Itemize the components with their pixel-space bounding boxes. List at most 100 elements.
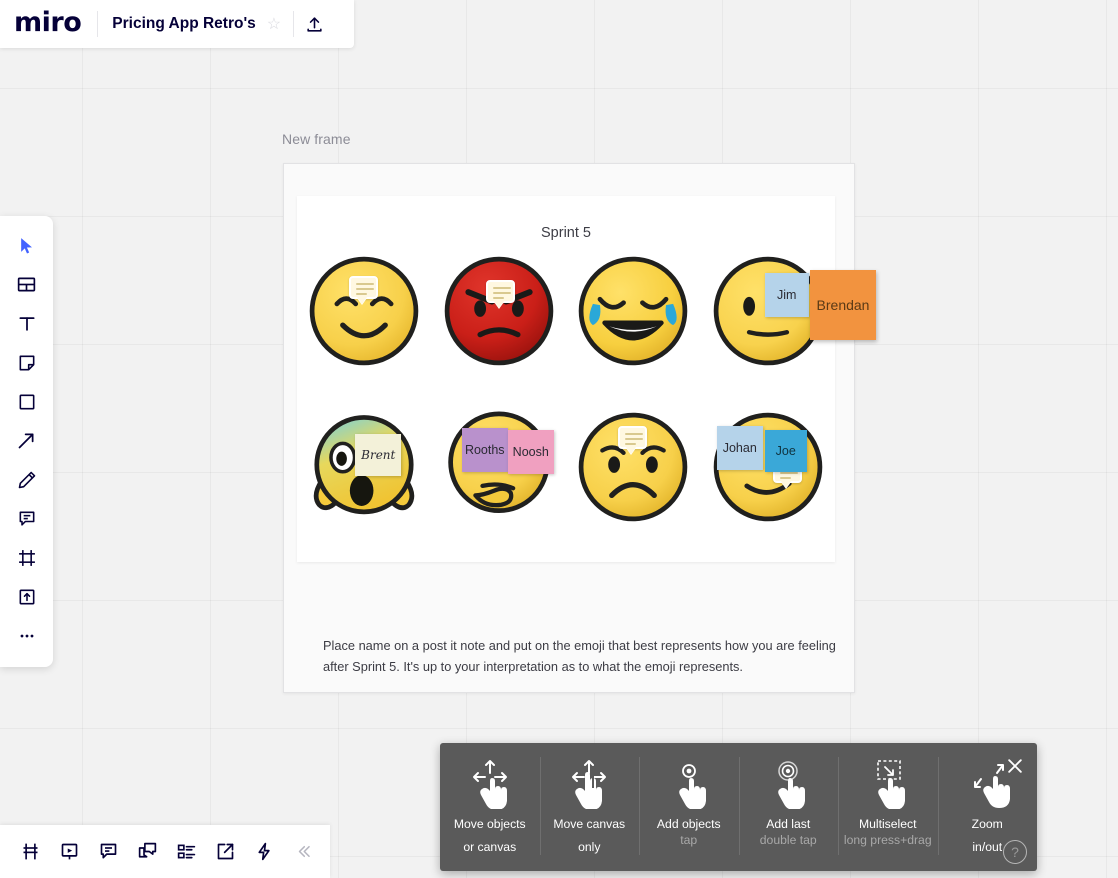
lightning-icon — [254, 841, 275, 862]
emoji-cell-relieved[interactable]: Johan Joe — [703, 404, 833, 550]
board-title[interactable]: Pricing App Retro's — [98, 15, 267, 33]
sprint-retro-card[interactable]: Sprint 5 — [297, 196, 835, 562]
sticky-note-noosh[interactable]: Noosh — [508, 430, 554, 474]
miro-board-app: miro Pricing App Retro's ☆ — [0, 0, 1118, 878]
chat-button[interactable] — [128, 832, 167, 871]
sticky-note-text: Brent — [361, 448, 395, 462]
select-tool[interactable] — [7, 226, 47, 265]
close-icon — [1005, 756, 1025, 776]
sticky-note-text: Johan — [723, 441, 757, 455]
share-export-icon — [215, 841, 236, 862]
upload-box-icon — [17, 587, 37, 607]
gesture-add-last[interactable]: Add last double tap — [739, 743, 839, 871]
sticky-note-text: Noosh — [513, 445, 549, 459]
square-icon — [17, 392, 37, 412]
collapse-toolbar-button[interactable] — [284, 832, 323, 871]
comment-badge[interactable] — [349, 276, 378, 299]
cursor-icon — [17, 236, 37, 256]
frame-tool[interactable] — [7, 538, 47, 577]
upload-button[interactable] — [294, 4, 334, 44]
gesture-add-objects[interactable]: Add objects tap — [639, 743, 739, 871]
board-header: miro Pricing App Retro's ☆ — [0, 0, 354, 48]
cards-list-button[interactable] — [167, 832, 206, 871]
activity-button[interactable] — [245, 832, 284, 871]
frame-icon — [17, 548, 37, 568]
emoji-cell-sad[interactable] — [568, 404, 698, 550]
double-tap-icon — [758, 757, 818, 809]
sticky-note-brent[interactable]: Brent — [355, 434, 401, 476]
sticky-note-joe[interactable]: Joe — [765, 430, 807, 472]
share-export-button[interactable] — [206, 832, 245, 871]
comment-badge[interactable] — [618, 426, 647, 449]
gesture-label-line2: in/out — [972, 839, 1002, 855]
help-button[interactable]: ? — [1003, 840, 1027, 864]
gesture-multiselect[interactable]: Multiselect long press+drag — [838, 743, 938, 871]
templates-tool[interactable] — [7, 265, 47, 304]
gesture-help-panel: Move objects or canvas Move canvas only — [440, 743, 1037, 871]
presentation-icon — [59, 841, 80, 862]
sticky-note-brendan[interactable]: Brendan — [810, 270, 876, 340]
gesture-label-line1: Add last — [766, 816, 810, 832]
arrow-icon — [16, 430, 37, 451]
card-title: Sprint 5 — [297, 196, 835, 241]
gesture-label-line1: Zoom — [972, 816, 1003, 832]
emoji-cell-smiling[interactable] — [299, 248, 429, 394]
star-icon[interactable]: ☆ — [267, 14, 293, 34]
gesture-label-line1: Move canvas — [553, 816, 625, 832]
pen-tool[interactable] — [7, 460, 47, 499]
gesture-label-line2: only — [578, 839, 600, 855]
sticky-note-icon — [17, 353, 37, 373]
gesture-move-objects[interactable]: Move objects or canvas — [440, 743, 540, 871]
sticky-note-jim[interactable]: Jim — [765, 273, 809, 317]
comment-tool[interactable] — [7, 499, 47, 538]
gesture-sublabel: double tap — [760, 832, 817, 848]
gesture-label-line2: or canvas — [463, 839, 516, 855]
gesture-move-canvas[interactable]: Move canvas only — [540, 743, 640, 871]
emoji-grid: Jim — [297, 248, 835, 550]
gesture-label-line1: Multiselect — [859, 816, 917, 832]
emoji-cell-shocked[interactable]: Brent — [299, 404, 429, 550]
sticky-note-johan[interactable]: Johan — [717, 426, 763, 470]
instructions-text: Place name on a post it note and put on … — [323, 636, 845, 677]
shape-tool[interactable] — [7, 382, 47, 421]
comments-button[interactable] — [89, 832, 128, 871]
emoji-smiling — [305, 252, 423, 370]
bottom-toolbar — [0, 825, 330, 878]
sticky-note-text: Brendan — [817, 297, 870, 313]
text-tool[interactable] — [7, 304, 47, 343]
left-toolbar — [0, 216, 53, 667]
presentation-mode-button[interactable] — [50, 832, 89, 871]
frames-panel-button[interactable] — [11, 832, 50, 871]
tap-icon — [659, 757, 719, 809]
miro-logo[interactable]: miro — [0, 7, 97, 41]
marquee-drag-icon — [858, 757, 918, 809]
more-tools[interactable] — [7, 616, 47, 655]
arrow-tool[interactable] — [7, 421, 47, 460]
chevrons-left-icon — [294, 842, 313, 861]
gesture-label-line1: Move objects — [454, 816, 526, 832]
frames-icon — [20, 841, 41, 862]
two-finger-pan-icon — [559, 757, 619, 809]
chat-icon — [137, 841, 158, 862]
sticky-note-text: Jim — [777, 288, 796, 302]
close-panel-button[interactable] — [1002, 753, 1028, 779]
sticky-note-text: Rooths — [465, 443, 505, 457]
one-finger-pan-icon — [460, 757, 520, 809]
gesture-label-line1: Add objects — [657, 816, 721, 832]
sticky-note-tool[interactable] — [7, 343, 47, 382]
upload-tool[interactable] — [7, 577, 47, 616]
comment-icon — [17, 509, 37, 529]
pen-icon — [17, 470, 37, 490]
sticky-note-rooths[interactable]: Rooths — [462, 428, 508, 472]
comment-bubble-icon — [98, 841, 119, 862]
emoji-cell-thinking[interactable]: Rooths Noosh — [434, 404, 564, 550]
sticky-note-text: Joe — [776, 444, 796, 458]
frame-label[interactable]: New frame — [282, 131, 351, 147]
ellipsis-icon — [17, 626, 37, 646]
emoji-joy — [574, 252, 692, 370]
templates-icon — [16, 274, 37, 295]
comment-badge[interactable] — [486, 280, 515, 303]
emoji-cell-joy[interactable] — [568, 248, 698, 394]
frame-new-frame[interactable]: Sprint 5 — [283, 163, 855, 693]
emoji-cell-angry[interactable] — [434, 248, 564, 394]
